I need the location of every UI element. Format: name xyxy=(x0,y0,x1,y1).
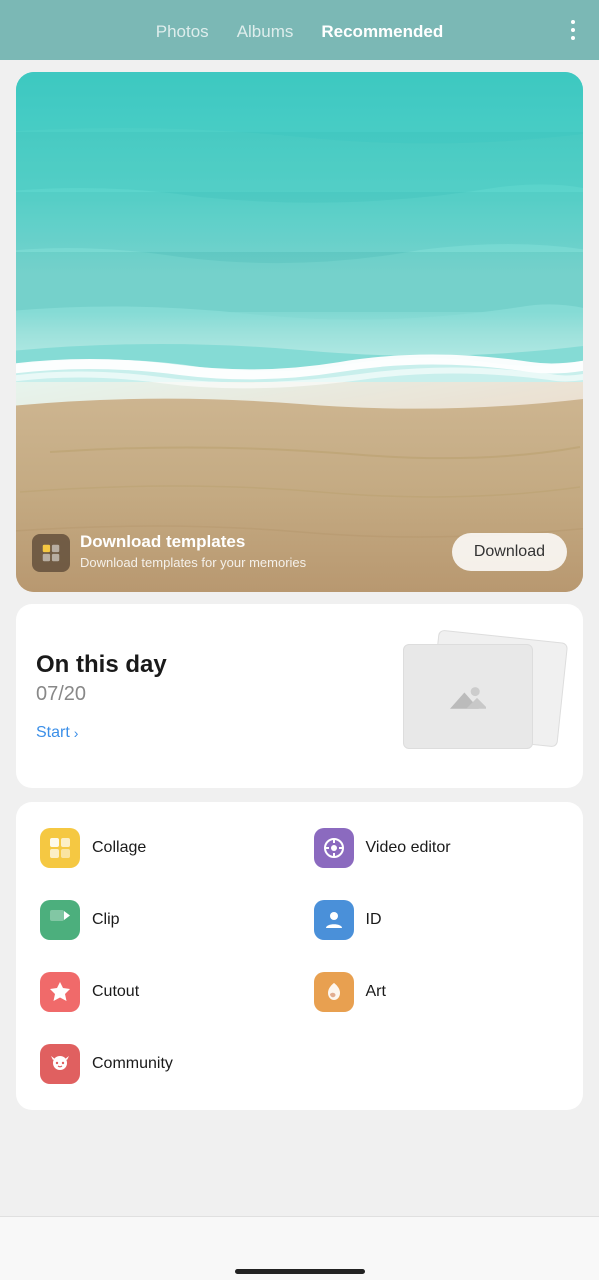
collage-svg xyxy=(48,836,72,860)
download-templates-icon xyxy=(32,534,70,572)
feature-clip[interactable]: Clip xyxy=(26,884,300,956)
art-label: Art xyxy=(366,983,386,1001)
start-button[interactable]: Start › xyxy=(36,724,78,742)
features-grid: Collage Video editor xyxy=(26,812,573,1100)
app-header: Photos Albums Recommended xyxy=(0,0,599,60)
video-editor-label: Video editor xyxy=(366,839,451,857)
feature-video-editor[interactable]: Video editor xyxy=(300,812,574,884)
on-this-day-date: 07/20 xyxy=(36,683,167,706)
art-svg xyxy=(322,980,346,1004)
tab-photos[interactable]: Photos xyxy=(156,18,209,46)
on-this-day-card: On this day 07/20 Start › xyxy=(16,604,583,788)
template-icon xyxy=(40,542,62,564)
collage-label: Collage xyxy=(92,839,146,857)
video-editor-svg xyxy=(322,836,346,860)
cutout-icon xyxy=(40,972,80,1012)
community-label: Community xyxy=(92,1055,173,1073)
id-svg xyxy=(322,908,346,932)
collage-icon xyxy=(40,828,80,868)
hero-overlay: Download templates Download templates fo… xyxy=(16,514,583,592)
dot-icon xyxy=(571,28,575,32)
features-card: Collage Video editor xyxy=(16,802,583,1110)
video-editor-icon xyxy=(314,828,354,868)
clip-svg xyxy=(48,908,72,932)
home-indicator xyxy=(235,1269,365,1274)
tab-recommended[interactable]: Recommended xyxy=(321,18,443,46)
more-menu-button[interactable] xyxy=(565,14,581,46)
community-svg xyxy=(48,1052,72,1076)
download-button[interactable]: Download xyxy=(452,533,567,571)
hero-title: Download templates xyxy=(80,532,306,552)
feature-id[interactable]: ID xyxy=(300,884,574,956)
nav-tabs: Photos Albums Recommended xyxy=(156,18,444,46)
hero-subtitle: Download templates for your memories xyxy=(80,555,306,570)
photo-stack xyxy=(403,626,563,766)
hero-card: Download templates Download templates fo… xyxy=(16,72,583,592)
photo-front xyxy=(403,644,533,749)
feature-collage[interactable]: Collage xyxy=(26,812,300,884)
photo-placeholder-icon-2 xyxy=(450,683,486,711)
cutout-label: Cutout xyxy=(92,983,139,1001)
clip-icon xyxy=(40,900,80,940)
clip-label: Clip xyxy=(92,911,120,929)
feature-community[interactable]: Community xyxy=(26,1028,300,1100)
art-icon xyxy=(314,972,354,1012)
on-this-day-left: On this day 07/20 Start › xyxy=(36,651,167,742)
chevron-right-icon: › xyxy=(74,725,79,741)
start-label: Start xyxy=(36,724,70,742)
cutout-svg xyxy=(48,980,72,1004)
hero-text: Download templates Download templates fo… xyxy=(80,532,306,570)
dot-icon xyxy=(571,20,575,24)
community-icon xyxy=(40,1044,80,1084)
id-icon xyxy=(314,900,354,940)
hero-info: Download templates Download templates fo… xyxy=(32,532,306,572)
on-this-day-title: On this day xyxy=(36,651,167,679)
dot-icon xyxy=(571,36,575,40)
feature-art[interactable]: Art xyxy=(300,956,574,1028)
id-label: ID xyxy=(366,911,382,929)
tab-albums[interactable]: Albums xyxy=(237,18,294,46)
bottom-navigation xyxy=(0,1216,599,1280)
feature-cutout[interactable]: Cutout xyxy=(26,956,300,1028)
